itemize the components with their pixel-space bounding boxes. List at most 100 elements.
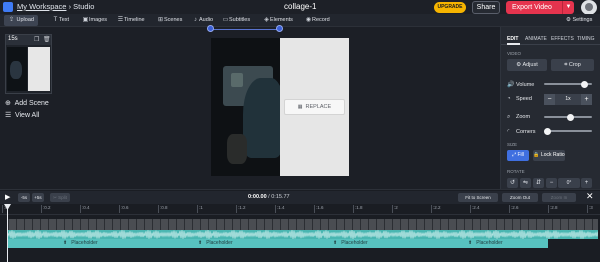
tool-subtitles[interactable]: ▭Subtitles [222, 15, 250, 26]
fill-button[interactable]: ⤢ Fill [507, 150, 529, 161]
upgrade-button[interactable]: UPGRADE [434, 2, 466, 13]
project-title[interactable]: collage-1 [284, 2, 316, 11]
ruler-tick-label: :1.4 [275, 205, 285, 213]
timeline-ruler[interactable]: :0:0.2:0.4:0.6:0.8:1:1.2:1.4:1.6:1.8:2:2… [0, 204, 600, 215]
video-frame-divider [280, 219, 281, 230]
rotate-left-button[interactable]: ↺ [507, 178, 518, 188]
zoom-out-button[interactable]: Zoom Out [502, 193, 538, 202]
export-video-button[interactable]: Export Video ▼ [506, 1, 574, 14]
tab-effects[interactable]: EFFECTS [551, 36, 574, 42]
volume-slider-knob[interactable] [580, 80, 588, 88]
video-frame-divider [528, 219, 529, 230]
speed-increase-button[interactable]: + [581, 94, 592, 105]
add-scene-button[interactable]: ⊕ Add Scene [5, 99, 49, 107]
video-frame-divider [16, 219, 17, 230]
rotate-value[interactable]: 0° [558, 178, 580, 188]
video-track[interactable] [8, 219, 598, 230]
resize-handle-right[interactable] [276, 25, 283, 32]
scene-card[interactable]: 15s ❐ 🗑 [5, 34, 52, 94]
speed-decrease-button[interactable]: − [544, 94, 555, 105]
video-frame-divider [168, 219, 169, 230]
video-frame-divider [192, 219, 193, 230]
video-frame-divider [272, 219, 273, 230]
rotate-decrease-button[interactable]: − [546, 178, 557, 188]
video-frame-divider [200, 219, 201, 230]
mirror-button[interactable]: ⇵ [533, 178, 544, 188]
video-frame-divider [320, 219, 321, 230]
playhead[interactable] [7, 204, 8, 262]
tab-timing[interactable]: TIMING [577, 36, 595, 42]
zoom-slider-knob[interactable] [566, 113, 574, 121]
subtitles-icon: ▭ [222, 17, 229, 23]
video-frame-divider [352, 219, 353, 230]
video-frame-divider [400, 219, 401, 230]
video-frame-divider [224, 219, 225, 230]
crop-icon: ⌗ [564, 62, 568, 68]
user-avatar[interactable] [581, 0, 597, 15]
video-frame-divider [504, 219, 505, 230]
video-frame-divider [448, 219, 449, 230]
speed-stepper[interactable]: − 1x + [544, 94, 592, 105]
crop-button[interactable]: ⌗ Crop [551, 59, 594, 71]
list-icon: ☰ [5, 112, 12, 119]
tool-record[interactable]: ◉Record [305, 15, 330, 26]
flip-button[interactable]: ⇋ [520, 178, 531, 188]
volume-slider[interactable] [544, 80, 592, 88]
video-frame-divider [544, 219, 545, 230]
tool-upload[interactable]: ⇪ Upload [4, 15, 38, 26]
tool-timeline[interactable]: ☰Timeline [117, 15, 145, 26]
upload-icon: ⬆ [468, 240, 473, 246]
rewind-5s-button[interactable]: -5s [18, 193, 30, 202]
delete-scene-icon[interactable]: 🗑 [43, 36, 51, 43]
text-icon: T [53, 17, 58, 23]
corners-slider[interactable] [544, 127, 592, 135]
video-frame-divider [584, 219, 585, 230]
lock-ratio-button[interactable]: 🔒 Lock Ratio [533, 150, 565, 161]
video-frame-divider [552, 219, 553, 230]
split-button[interactable]: ✂ Split [50, 193, 70, 202]
split-label: Split [58, 195, 67, 200]
ruler-tick-label: :3 [587, 205, 593, 213]
zoom-slider[interactable] [544, 113, 592, 121]
breadcrumb-workspace-link[interactable]: My Workspace [17, 2, 66, 11]
tool-text[interactable]: T Text [52, 15, 69, 26]
play-icon[interactable]: ▶ [5, 193, 10, 201]
video-element[interactable] [211, 38, 280, 176]
audio-track[interactable] [8, 230, 598, 239]
share-button[interactable]: Share [472, 1, 500, 14]
speed-value: 1x [565, 96, 571, 102]
tool-timeline-label: Timeline [124, 17, 145, 23]
resize-handle-left[interactable] [207, 25, 214, 32]
close-timeline-icon[interactable]: ✕ [586, 191, 594, 202]
video-frame-divider [248, 219, 249, 230]
tool-scenes[interactable]: ⊞Scenes [157, 15, 182, 26]
video-frame-divider [312, 219, 313, 230]
corners-slider-knob[interactable] [544, 127, 551, 135]
fit-to-screen-button[interactable]: Fit to Screen [458, 193, 498, 202]
video-frame-divider [232, 219, 233, 230]
replace-button[interactable]: ▦ REPLACE [284, 99, 345, 115]
video-frame-divider [96, 219, 97, 230]
rotate-increase-button[interactable]: + [581, 178, 592, 188]
volume-label: Volume [516, 82, 535, 88]
export-dropdown-chevron-icon[interactable]: ▼ [562, 1, 574, 14]
video-frame-divider [592, 219, 593, 230]
view-all-button[interactable]: ☰ View All [5, 111, 39, 119]
lock-icon: 🔒 [533, 152, 540, 158]
app-logo[interactable] [3, 2, 13, 12]
magnifier-icon: ⌕ [507, 114, 511, 120]
forward-5s-button[interactable]: +5s [32, 193, 44, 202]
duplicate-scene-icon[interactable]: ❐ [34, 36, 39, 43]
ruler-tick-label: :0.8 [158, 205, 168, 213]
tab-animate[interactable]: ANIMATE [525, 36, 547, 42]
zoom-in-button[interactable]: Zoom In [542, 193, 576, 202]
placeholder-track[interactable]: ⬆ Placeholder ⬆ Placeholder ⬆ Placeholder ⬆ Pla… [8, 239, 548, 248]
video-frame-divider [456, 219, 457, 230]
corners-label: Corners [516, 129, 536, 135]
scene-duration: 15s [8, 36, 18, 42]
zoom-label: Zoom [516, 114, 531, 120]
settings-button[interactable]: ⚙ Settings [566, 15, 592, 26]
tab-edit[interactable]: EDIT [507, 36, 518, 42]
tool-images[interactable]: ▣Images [82, 15, 107, 26]
adjust-button[interactable]: ⚙ Adjust [507, 59, 547, 71]
